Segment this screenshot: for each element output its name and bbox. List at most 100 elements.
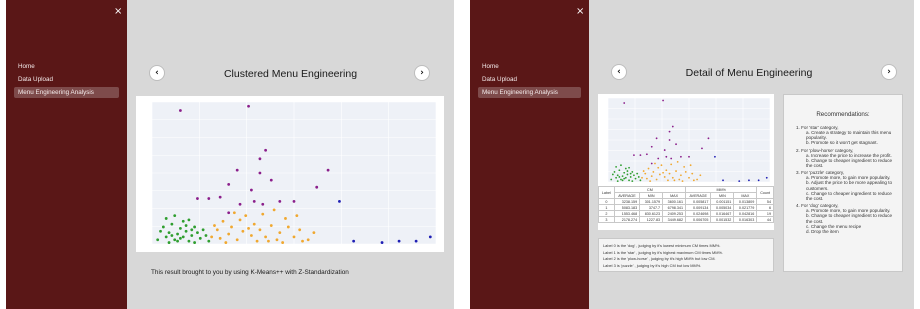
scatter-svg (151, 101, 437, 245)
sidebar: × Home Data Upload Menu Engineering Anal… (6, 0, 127, 309)
scatter-point (326, 168, 330, 172)
chevron-right-icon: › (420, 68, 424, 78)
scatter-point (624, 167, 627, 170)
scatter-point (765, 176, 768, 179)
recommendations-list: 1. For 'star' category, a. Create a stra… (790, 125, 896, 234)
cluster-scatter-plot-small (598, 94, 774, 186)
scatter-point (692, 179, 695, 182)
scatter-point (215, 228, 219, 232)
scatter-point (676, 160, 679, 163)
scatter-point (207, 239, 211, 243)
scatter-point (675, 143, 677, 146)
scatter-point (624, 176, 627, 179)
scatter-point (628, 166, 630, 169)
scatter-point (623, 171, 626, 174)
close-icon[interactable]: × (576, 7, 584, 17)
scatter-point (626, 173, 629, 176)
scatter-point (213, 224, 216, 227)
sidebar-item-data-upload[interactable]: Data Upload (14, 74, 119, 85)
scatter-point (193, 225, 196, 229)
scatter-point (660, 164, 663, 167)
scatter-point (641, 176, 643, 179)
scatter-point (193, 241, 196, 244)
scatter-point (650, 145, 653, 148)
scatter-point (655, 178, 658, 181)
scatter-point (380, 241, 384, 244)
scatter-point (688, 176, 690, 179)
scatter-point (662, 171, 664, 174)
scatter-point (187, 239, 191, 243)
scatter-point (227, 211, 231, 215)
scatter-point (621, 175, 624, 178)
scatter-point (628, 179, 630, 182)
next-button[interactable]: › (414, 65, 430, 81)
scatter-point (264, 235, 267, 239)
scatter-point (652, 171, 655, 173)
scatter-point (658, 173, 661, 176)
scatter-point (637, 176, 640, 178)
sidebar-item-menu-engineering-analysis[interactable]: Menu Engineering Analysis (478, 87, 581, 98)
scatter-point (198, 236, 202, 240)
scatter-point (235, 168, 239, 172)
scatter-point (286, 225, 290, 229)
scatter-point (241, 229, 245, 233)
scatter-point (247, 104, 250, 108)
table-cell: 3 (598, 216, 615, 223)
scatter-point (312, 231, 316, 235)
scatter-point (680, 174, 682, 177)
recommendations-card: Recommendations: 1. For 'star' category,… (783, 94, 903, 272)
scatter-point (657, 166, 660, 169)
scatter-point (170, 234, 174, 237)
scatter-point (397, 239, 401, 243)
method-caption: This result brought to you by using K-Me… (151, 269, 349, 276)
scatter-point (683, 165, 686, 168)
scatter-point (156, 238, 160, 242)
scatter-point (269, 224, 273, 227)
table-cell: 1227.83 (639, 216, 664, 223)
scatter-point (298, 228, 302, 232)
scatter-point (663, 149, 666, 151)
scatter-point (338, 200, 341, 203)
rec-item: b. Promote so it won't get stagnant. (806, 140, 878, 146)
scatter-point (176, 232, 179, 236)
scatter-point (170, 222, 174, 226)
scatter-point (689, 164, 692, 167)
scatter-point (613, 171, 616, 173)
sidebar-item-menu-engineering-analysis[interactable]: Menu Engineering Analysis (14, 87, 119, 98)
scatter-point (738, 180, 741, 183)
scatter-point (179, 236, 182, 240)
scatter-point (264, 148, 267, 152)
scatter-point (292, 200, 296, 203)
scatter-point (258, 228, 262, 232)
scatter-point (611, 173, 614, 176)
scatter-point (678, 178, 681, 181)
cluster-stats-table: Label CM MM% Count AVERAGE MIN MAX AVERA… (598, 186, 774, 230)
sidebar-item-data-upload[interactable]: Data Upload (478, 74, 581, 85)
main-content: ‹ Clustered Menu Engineering › This resu… (127, 0, 454, 309)
label-explanation: Label 3 is 'puzzle' , judging by it's hi… (603, 262, 702, 268)
rec-item: b. Change to cheaper ingredient to reduc… (806, 213, 893, 219)
scatter-point (701, 147, 703, 150)
scatter-point (255, 239, 259, 243)
scatter-point (665, 155, 668, 158)
scatter-point (629, 172, 632, 175)
scatter-point (207, 197, 211, 200)
scatter-point (292, 235, 296, 239)
scatter-point (196, 197, 199, 200)
scatter-point (190, 234, 194, 237)
scatter-point (179, 109, 182, 112)
scatter-point (210, 235, 214, 239)
scatter-point (615, 176, 617, 179)
scatter-point (615, 165, 617, 168)
scatter-point (181, 235, 185, 239)
sidebar-item-home[interactable]: Home (14, 61, 119, 72)
close-icon[interactable]: × (114, 7, 122, 17)
scatter-point (650, 162, 653, 165)
scatter-point (616, 174, 619, 177)
scatter-point (636, 172, 639, 175)
next-button[interactable]: › (881, 64, 897, 80)
scatter-point (620, 164, 622, 167)
page-title: Clustered Menu Engineering (223, 68, 358, 80)
sidebar-item-home[interactable]: Home (478, 61, 581, 72)
scatter-point (631, 171, 634, 173)
